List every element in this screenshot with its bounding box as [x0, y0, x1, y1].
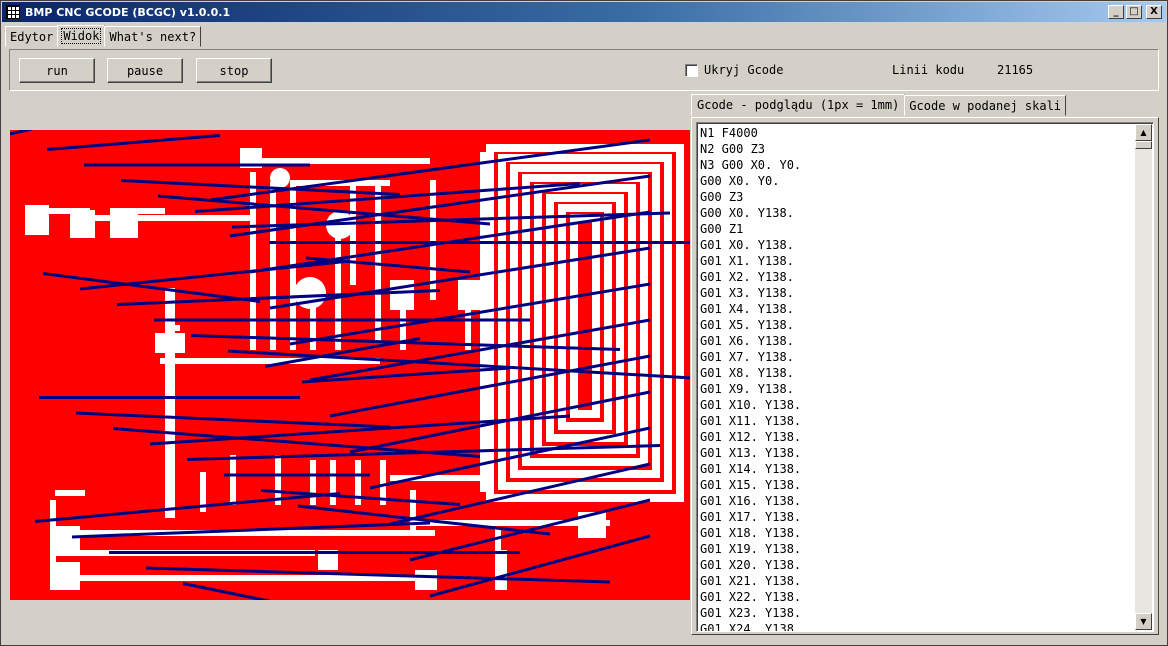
gcode-line: G01 X10. Y138. — [700, 398, 802, 412]
pcb-pad — [110, 208, 138, 238]
gcode-line: G01 X4. Y138. — [700, 302, 794, 316]
pcb-trace — [55, 490, 85, 496]
gcode-line: G01 X15. Y138. — [700, 478, 802, 492]
gcode-line: G00 X0. Y0. — [700, 174, 780, 188]
gcode-line: G01 X11. Y138. — [700, 414, 802, 428]
gcode-line: G01 X13. Y138. — [700, 446, 802, 460]
pcb-pad — [415, 570, 437, 590]
pcb-trace — [400, 310, 406, 350]
arrow-up-icon[interactable]: ▲ — [1135, 124, 1152, 141]
line-count-label: Linii kodu — [892, 63, 965, 77]
gcode-line: G01 X17. Y138. — [700, 510, 802, 524]
pcb-preview-image — [10, 130, 690, 600]
pcb-trace — [310, 460, 316, 505]
window-title: BMP CNC GCODE (BCGC) v1.0.0.1 — [25, 5, 231, 19]
title-bar[interactable]: BMP CNC GCODE (BCGC) v1.0.0.1 _ □ X — [2, 2, 1166, 22]
pause-button[interactable]: pause — [107, 58, 183, 83]
pcb-trace — [335, 230, 341, 350]
gcode-panel: N1 F4000 N2 G00 Z3 N3 G00 X0. Y0. G00 X0. Y… — [691, 117, 1159, 635]
app-grid-icon — [6, 5, 20, 19]
tab-edytor[interactable]: Edytor — [5, 26, 59, 47]
gcode-tabs: Gcode - podglądu (1px = 1mm) Gcode w pod… — [691, 94, 1067, 117]
pcb-pad — [50, 562, 80, 590]
pcb-pad — [50, 526, 80, 552]
gcode-line: G01 X14. Y138. — [700, 462, 802, 476]
gcode-line: N2 G00 Z3 — [700, 142, 766, 156]
gcode-scrollbar[interactable]: ▲ ▼ — [1135, 124, 1152, 630]
pcb-trace — [330, 460, 336, 505]
pcb-trace — [250, 158, 430, 164]
minimize-button[interactable]: _ — [1108, 5, 1124, 19]
gcode-line: G01 X20. Y138. — [700, 558, 802, 572]
run-button[interactable]: run — [19, 58, 95, 83]
pcb-pad — [70, 210, 95, 238]
close-button[interactable]: X — [1146, 5, 1162, 19]
gcode-line: G01 X22. Y138. — [700, 590, 802, 604]
pcb-trace — [250, 172, 256, 350]
maximize-button[interactable]: □ — [1126, 5, 1142, 19]
pcb-pad — [458, 280, 482, 310]
gcode-line: G00 X0. Y138. — [700, 206, 794, 220]
hide-gcode-toggle[interactable]: Ukryj Gcode — [685, 63, 783, 77]
gcode-line: G01 X2. Y138. — [700, 270, 794, 284]
gcode-line: N1 F4000 — [700, 126, 758, 140]
gcode-line: G01 X1. Y138. — [700, 254, 794, 268]
pcb-trace — [230, 455, 236, 505]
arrow-down-icon[interactable]: ▼ — [1135, 613, 1152, 630]
gcode-line: G01 X3. Y138. — [700, 286, 794, 300]
tab-whats-next[interactable]: What's next? — [104, 26, 202, 47]
gcode-line: G01 X0. Y138. — [700, 238, 794, 252]
hide-gcode-checkbox[interactable] — [685, 63, 698, 77]
gcode-line: G01 X12. Y138. — [700, 430, 802, 444]
pcb-pad — [155, 333, 185, 353]
gcode-line: G01 X23. Y138. — [700, 606, 802, 620]
gcode-line: G01 X5. Y138. — [700, 318, 794, 332]
pcb-trace — [375, 182, 381, 342]
pcb-trace — [170, 325, 180, 331]
gcode-line: G01 X8. Y138. — [700, 366, 794, 380]
scrollbar-thumb[interactable] — [1135, 141, 1152, 149]
gcode-line: G01 X18. Y138. — [700, 526, 802, 540]
gcode-preview-canvas[interactable] — [10, 130, 690, 600]
tab-gcode-preview[interactable]: Gcode - podglądu (1px = 1mm) — [691, 94, 906, 116]
gcode-line: G01 X21. Y138. — [700, 574, 802, 588]
gcode-line: G01 X16. Y138. — [700, 494, 802, 508]
tab-gcode-scaled[interactable]: Gcode w podanej skali — [904, 95, 1067, 116]
pcb-trace — [70, 215, 250, 221]
gcode-lines: N1 F4000 N2 G00 Z3 N3 G00 X0. Y0. G00 X0. Y… — [700, 125, 1133, 632]
pcb-round-pad — [270, 168, 290, 188]
gcode-line: G01 X24. Y138. — [700, 622, 802, 632]
app-window: BMP CNC GCODE (BCGC) v1.0.0.1 _ □ X Edyt… — [0, 0, 1168, 646]
gcode-line: G01 X9. Y138. — [700, 382, 794, 396]
stop-button[interactable]: stop — [196, 58, 272, 83]
gcode-text-area[interactable]: N1 F4000 N2 G00 Z3 N3 G00 X0. Y0. G00 X0. Y… — [696, 122, 1154, 632]
gcode-line: G01 X6. Y138. — [700, 334, 794, 348]
main-tabs: Edytor Widok What's next? — [5, 25, 202, 48]
pcb-pad — [495, 550, 507, 590]
pcb-trace — [165, 288, 175, 518]
gcode-line: G00 Z3 — [700, 190, 744, 204]
pcb-pad — [25, 205, 49, 235]
gcode-line: G01 X7. Y138. — [700, 350, 794, 364]
line-count-value: 21165 — [997, 63, 1034, 77]
gcode-line: G00 Z1 — [700, 222, 744, 236]
hide-gcode-label: Ukryj Gcode — [704, 63, 784, 77]
tab-widok[interactable]: Widok — [57, 25, 106, 47]
pcb-trace — [480, 152, 486, 492]
gcode-line: N3 G00 X0. Y0. — [700, 158, 802, 172]
gcode-line: G01 X19. Y138. — [700, 542, 802, 556]
toolbar-panel: run pause stop Ukryj Gcode Linii kodu 21… — [9, 49, 1159, 91]
